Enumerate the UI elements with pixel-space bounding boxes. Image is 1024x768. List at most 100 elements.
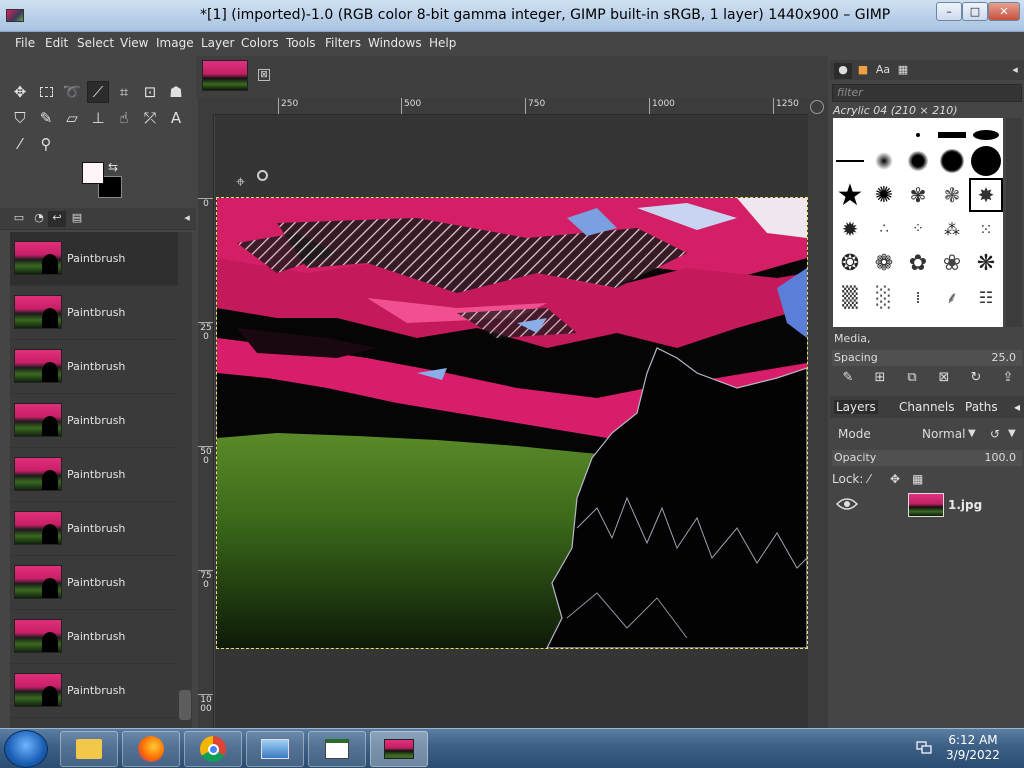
brush-dock-menu-icon[interactable]: ◂ xyxy=(1006,63,1024,79)
layer-name[interactable]: 1.jpg xyxy=(948,498,982,512)
menu-tools[interactable]: Tools xyxy=(286,36,316,50)
foreground-color-swatch[interactable] xyxy=(82,162,104,184)
undo-scrollbar[interactable] xyxy=(178,232,192,728)
fonts-tab-icon[interactable]: Aa xyxy=(874,63,892,79)
swap-colors-icon[interactable]: ⇆ xyxy=(108,160,118,174)
warp-icon[interactable]: ☗ xyxy=(165,81,187,103)
new-brush-icon[interactable]: ⊞ xyxy=(872,370,888,386)
tool-options-tab-icon[interactable]: ▭ xyxy=(10,211,28,227)
tab-channels[interactable]: Channels xyxy=(899,400,955,414)
layer-thumbnail[interactable] xyxy=(908,493,944,517)
tab-layers[interactable]: Layers xyxy=(834,400,878,414)
undo-history-item[interactable]: Paintbrush xyxy=(10,448,178,502)
brush-item[interactable]: ⁂ xyxy=(935,212,969,246)
brush-item[interactable]: ⸙ xyxy=(935,280,969,314)
menu-edit[interactable]: Edit xyxy=(45,36,68,50)
start-button[interactable] xyxy=(4,730,48,768)
chevron-down-icon[interactable]: ▼ xyxy=(968,424,976,444)
brush-item[interactable] xyxy=(935,144,969,178)
bucket-fill-icon[interactable]: ⛉ xyxy=(9,107,31,129)
brush-grid[interactable]: ★ ✺ ✾ ❃ ✸ ✹ ∴ ⁘ ⁂ ⁙ ❂ ❁ ✿ ❀ ❋ ▒ ░ ⁞ ⸙ ☷ xyxy=(833,118,1003,327)
undo-history-item[interactable]: Paintbrush xyxy=(10,286,178,340)
visibility-eye-icon[interactable] xyxy=(836,497,858,511)
brush-item[interactable]: ❋ xyxy=(969,246,1003,280)
layers-dock-menu-icon[interactable]: ◂ xyxy=(1014,400,1020,414)
brush-item[interactable]: ❁ xyxy=(867,246,901,280)
fuzzy-select-icon[interactable]: ⟋ xyxy=(87,81,109,103)
undo-history-item[interactable]: Paintbrush xyxy=(10,340,178,394)
undo-history-item[interactable]: Paintbrush xyxy=(10,610,178,664)
photo-viewer-icon[interactable] xyxy=(246,731,304,767)
canvas-vertical-scrollbar[interactable] xyxy=(808,98,828,728)
menu-filters[interactable]: Filters xyxy=(325,36,361,50)
layer-item[interactable]: 1.jpg xyxy=(832,492,1022,520)
undo-history-item[interactable]: Paintbrush xyxy=(10,556,178,610)
brush-item[interactable]: ❃ xyxy=(935,178,969,212)
patterns-tab-icon[interactable]: ■ xyxy=(854,63,872,79)
images-tab-icon[interactable]: ▤ xyxy=(68,211,86,227)
maximize-button[interactable]: □ xyxy=(962,2,988,21)
brush-filter-input[interactable]: filter xyxy=(832,84,1022,102)
brush-item[interactable]: ⁞ xyxy=(901,280,935,314)
brush-item[interactable]: ★ xyxy=(833,178,867,213)
brush-item[interactable]: ⁘ xyxy=(901,212,935,246)
zoom-icon[interactable]: ⚲ xyxy=(35,133,57,155)
close-button[interactable]: ✕ xyxy=(988,2,1020,21)
move-tool-icon[interactable]: ✥ xyxy=(9,81,31,103)
minimize-button[interactable]: – xyxy=(936,2,962,21)
ruler-corner[interactable] xyxy=(198,98,214,115)
menu-colors[interactable]: Colors xyxy=(241,36,279,50)
document-history-tab-icon[interactable]: ▦ xyxy=(894,63,912,79)
clone-icon[interactable]: ⊥ xyxy=(87,107,109,129)
brush-item[interactable]: ✾ xyxy=(901,178,935,212)
undo-history-item[interactable]: Paintbrush xyxy=(10,664,178,718)
rect-select-icon[interactable] xyxy=(35,81,57,103)
color-picker-icon[interactable]: ⁄ xyxy=(9,133,31,155)
network-icon[interactable] xyxy=(916,741,932,755)
menu-file[interactable]: File xyxy=(15,36,35,50)
paintbrush-icon[interactable]: ✎ xyxy=(35,107,57,129)
brush-item[interactable] xyxy=(833,144,867,178)
file-explorer-icon[interactable] xyxy=(60,731,118,767)
chrome-icon[interactable] xyxy=(184,731,242,767)
brush-item[interactable] xyxy=(901,144,935,178)
edit-brush-icon[interactable]: ✎ xyxy=(840,370,856,386)
mode-select[interactable]: Normal xyxy=(922,424,965,444)
vertical-ruler[interactable]: 0 250 500 750 1000 xyxy=(198,115,214,728)
menu-help[interactable]: Help xyxy=(429,36,456,50)
eraser-icon[interactable]: ▱ xyxy=(61,107,83,129)
menu-windows[interactable]: Windows xyxy=(368,36,422,50)
navigate-icon[interactable] xyxy=(810,100,824,114)
transform-icon[interactable]: ⊡ xyxy=(139,81,161,103)
menu-select[interactable]: Select xyxy=(77,36,114,50)
image-canvas[interactable] xyxy=(217,198,807,648)
device-status-tab-icon[interactable]: ◔ xyxy=(30,211,48,227)
smudge-icon[interactable]: ☝ xyxy=(113,107,135,129)
undo-history-tab-icon[interactable]: ↩ xyxy=(48,211,66,227)
lock-pixels-icon[interactable]: ⁄ xyxy=(868,470,870,488)
brushes-tab-icon[interactable]: ● xyxy=(834,63,852,79)
menu-image[interactable]: Image xyxy=(156,36,194,50)
firefox-icon[interactable] xyxy=(122,731,180,767)
brush-item[interactable]: ☷ xyxy=(969,280,1003,314)
undo-history-item[interactable]: Paintbrush xyxy=(10,502,178,556)
brush-item[interactable] xyxy=(969,144,1003,178)
undo-history-item[interactable]: Paintbrush xyxy=(10,394,178,448)
open-as-image-icon[interactable]: ⇪ xyxy=(1000,370,1016,386)
system-clock[interactable]: 6:12 AM 3/9/2022 xyxy=(940,733,1006,763)
menu-layer[interactable]: Layer xyxy=(201,36,234,50)
undo-scrollbar-thumb[interactable] xyxy=(179,690,191,720)
crop-icon[interactable]: ⌗ xyxy=(113,81,135,103)
brush-item[interactable]: ░ xyxy=(867,280,901,314)
delete-brush-icon[interactable]: ⊠ xyxy=(936,370,952,386)
brush-item[interactable]: ❀ xyxy=(935,246,969,280)
image-tab-thumbnail[interactable] xyxy=(202,60,248,91)
lock-alpha-icon[interactable]: ▦ xyxy=(912,470,923,488)
document-icon[interactable] xyxy=(308,731,366,767)
chevron-down-icon[interactable]: ▼ xyxy=(1008,424,1016,444)
paths-icon[interactable]: ⤱ xyxy=(139,107,161,129)
reset-mode-icon[interactable]: ↺ xyxy=(990,424,1000,444)
lasso-icon[interactable]: ➰ xyxy=(61,81,83,103)
brush-item[interactable]: ✿ xyxy=(901,246,935,280)
dock-menu-icon[interactable]: ◂ xyxy=(178,211,196,227)
